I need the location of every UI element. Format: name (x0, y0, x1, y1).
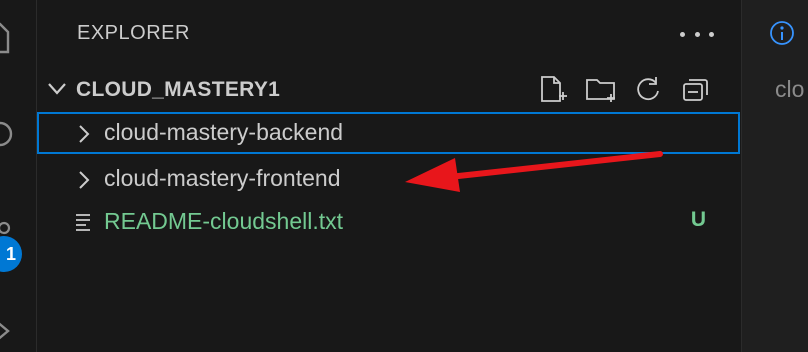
chevron-down-icon (47, 82, 67, 101)
new-folder-icon[interactable] (585, 74, 617, 106)
workspace-section-header[interactable]: CLOUD_MASTERY1 (37, 70, 740, 110)
text-file-icon (75, 213, 93, 236)
search-icon[interactable] (0, 118, 16, 157)
chevron-right-icon (77, 170, 91, 195)
editor-text: clo (775, 76, 805, 102)
tree-file-readme[interactable]: README-cloudshell.txt U (37, 201, 740, 243)
git-untracked-badge: U (690, 208, 706, 231)
more-actions-button[interactable] (680, 22, 714, 46)
activity-bar: 1 (0, 0, 37, 352)
explorer-icon[interactable] (0, 20, 10, 59)
file-label: README-cloudshell.txt (104, 208, 344, 234)
sidebar-title: EXPLORER (77, 22, 190, 44)
notification-badge: 1 (0, 236, 22, 272)
editor-panel: clo (741, 0, 808, 352)
ellipsis-icon (680, 31, 685, 37)
folder-label: cloud-mastery-frontend (104, 165, 341, 191)
info-icon[interactable] (769, 20, 795, 51)
refresh-icon[interactable] (632, 74, 664, 106)
new-file-icon[interactable] (537, 74, 569, 106)
collapse-all-icon[interactable] (680, 74, 712, 106)
tree-folder-backend[interactable]: cloud-mastery-backend (37, 112, 740, 154)
workspace-name: CLOUD_MASTERY1 (76, 78, 281, 101)
explorer-sidebar: EXPLORER CLOUD_MASTERY1 cloud-mastery-ba… (37, 0, 740, 352)
vscode-window: 1 EXPLORER CLOUD_MASTERY1 cloud-mastery-… (0, 0, 808, 352)
folder-label: cloud-mastery-backend (104, 119, 344, 145)
chevron-right-icon (77, 124, 91, 149)
tree-folder-frontend[interactable]: cloud-mastery-frontend (37, 158, 740, 200)
run-debug-icon[interactable] (0, 318, 14, 349)
